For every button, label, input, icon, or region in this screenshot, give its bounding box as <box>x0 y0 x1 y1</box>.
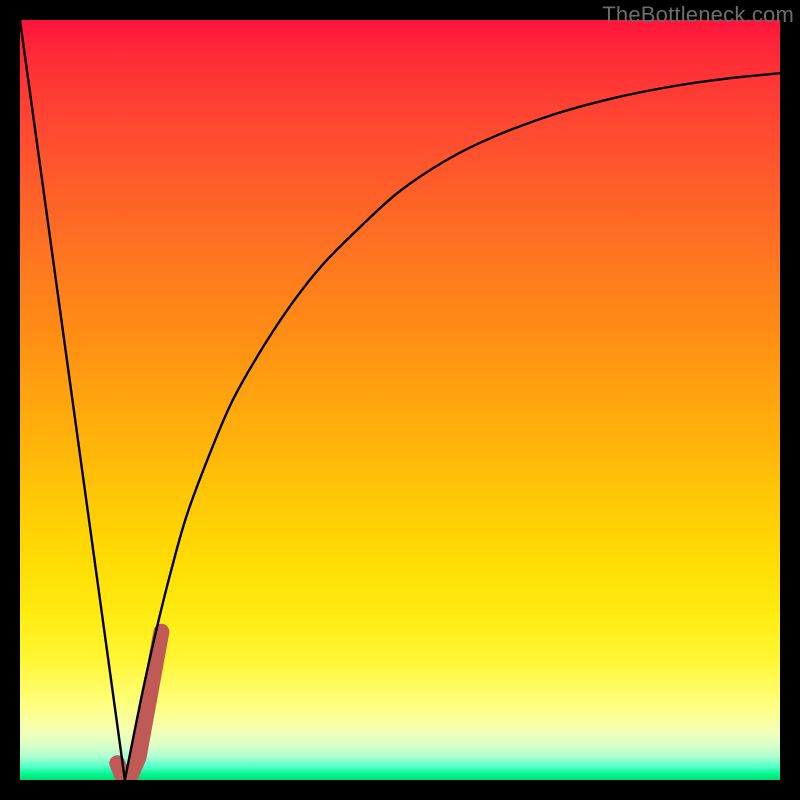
watermark-text: TheBottleneck.com <box>602 2 794 28</box>
curve-svg <box>20 20 780 780</box>
curve-left-leg <box>20 20 125 780</box>
curve-right <box>125 73 780 780</box>
chart-frame: TheBottleneck.com <box>0 0 800 800</box>
plot-area <box>20 20 780 780</box>
